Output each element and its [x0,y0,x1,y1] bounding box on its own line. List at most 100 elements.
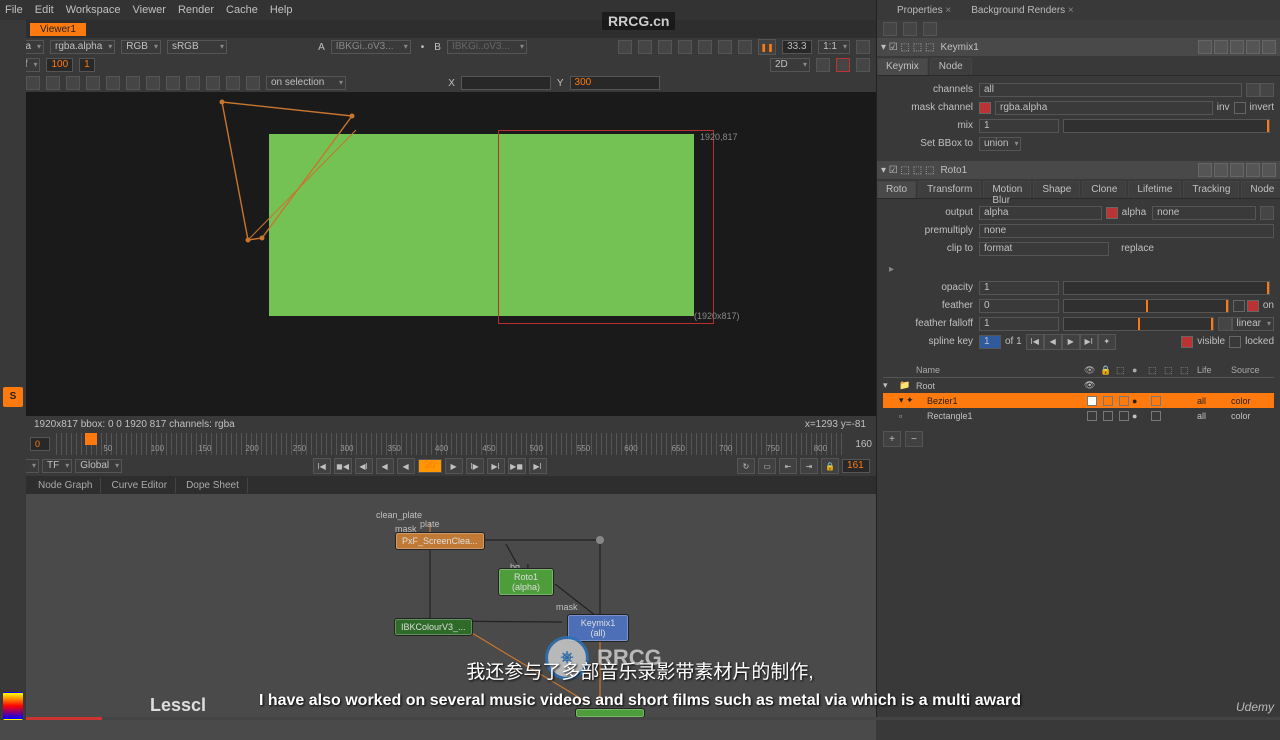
channels-field[interactable]: all [979,83,1242,97]
locked-ck[interactable] [1229,336,1241,348]
rotate-tool-icon[interactable] [46,76,60,90]
frame-100[interactable]: 100 [46,58,73,72]
toolbar-filter-icon[interactable] [3,136,23,156]
falloff-type[interactable]: linear [1232,317,1274,331]
step-fwd-button[interactable]: ▶I [487,458,505,474]
goto-end-button[interactable]: ▶I [529,458,547,474]
x-value[interactable] [461,76,551,90]
play-button[interactable]: ▶ [445,458,463,474]
toolbar-image-icon[interactable] [3,22,23,42]
lock-range-icon[interactable]: 🔒 [821,458,839,474]
viewer-canvas[interactable]: 1920,817 (1920x817) 1920x817 bbox: 0 0 1… [24,92,876,432]
opacity-field[interactable]: 1 [979,281,1059,295]
toolbar-color-icon[interactable] [3,113,23,133]
opt2-icon[interactable] [186,76,200,90]
close-panel-icon[interactable] [1262,163,1276,177]
scale-tool-icon[interactable] [66,76,80,90]
clipto-field[interactable]: format [979,242,1109,256]
subtab-motionblur[interactable]: Motion Blur [983,181,1031,198]
toolbar-folder-icon[interactable] [3,647,23,667]
feather-slider[interactable] [1063,299,1229,313]
feather-ck1[interactable] [1233,300,1245,312]
node-graph[interactable]: clean_plate mask plate PxF_ScreenClea...… [0,494,876,740]
toolbar-viewer2-icon[interactable] [3,510,23,530]
props-topbar[interactable] [877,20,1280,38]
selection-mode[interactable]: on selection [266,76,346,90]
alpha-x-icon[interactable] [1106,207,1118,219]
bbox-field[interactable]: union [979,137,1021,151]
next-icon[interactable] [1246,40,1260,54]
falloff-field[interactable]: 1 [979,317,1059,331]
feather-field[interactable]: 0 [979,299,1059,313]
menu-viewer[interactable]: Viewer [133,4,166,16]
alpha-selector[interactable]: rgba.alpha [50,40,115,54]
subtab-roto[interactable]: Roto [877,181,916,198]
tab-properties[interactable]: Properties [891,3,957,18]
pause-button[interactable]: ❚❚ [758,39,776,55]
proxy-icon[interactable] [658,40,672,54]
tangent-tool-icon[interactable] [126,76,140,90]
key-newkey-icon[interactable]: ✦ [1098,334,1116,350]
frame-1[interactable]: 1 [79,58,95,72]
expand-icon[interactable] [883,22,897,36]
subtab-keymix[interactable]: Keymix [877,58,928,75]
opt5-icon[interactable] [246,76,260,90]
tf-selector[interactable]: TF [42,459,72,473]
menu-file[interactable]: File [5,4,23,16]
toolbar-deep-icon[interactable] [3,273,23,293]
timeline-track[interactable]: 50 100 150 200 250 300 350 400 450 500 5… [56,433,845,455]
graph-tabs[interactable]: Node Graph Curve Editor Dope Sheet [0,476,876,494]
toolbar-script-icon[interactable]: S [3,387,23,407]
next-key-button[interactable]: ▶◼ [508,458,526,474]
viewer-tab-1[interactable]: Viewer1 [30,23,86,36]
tab-bg-renders[interactable]: Background Renders [965,3,1080,18]
tab-node-graph[interactable]: Node Graph [30,478,101,493]
toolbar-time-icon[interactable] [3,68,23,88]
minimize-icon[interactable] [1214,40,1228,54]
mix-field[interactable]: 1 [979,119,1059,133]
toolbar-merge-icon[interactable] [3,182,23,202]
pauserender-icon[interactable] [738,40,752,54]
range-icon[interactable]: ▭ [758,458,776,474]
input-b-clip[interactable]: IBKGi..oV3... [447,40,527,54]
subtab-clone[interactable]: Clone [1082,181,1126,198]
toolbar-viewer1-icon[interactable] [3,487,23,507]
subtab-shape[interactable]: Shape [1033,181,1080,198]
feather-tool-icon[interactable] [146,76,160,90]
move-tool-icon[interactable] [26,76,40,90]
menu-help[interactable]: Help [270,4,293,16]
skew-tool-icon[interactable] [86,76,100,90]
refresh-icon[interactable] [718,40,732,54]
prev-frame-button[interactable]: ◀ [376,458,394,474]
toolbar-3d-icon[interactable] [3,227,23,247]
next-icon[interactable] [1246,163,1260,177]
key-last-icon[interactable]: ▶I [1080,334,1098,350]
output-none[interactable]: none [1152,206,1256,220]
ref-selector[interactable]: Global [75,459,122,473]
opt4-icon[interactable] [226,76,240,90]
ch-link-icon[interactable] [1260,83,1274,97]
clear-icon[interactable] [923,22,937,36]
shape-row-root[interactable]: ▾📁 Root 👁 [883,378,1274,393]
key-next-icon[interactable]: ▶ [1062,334,1080,350]
output-field[interactable]: alpha [979,206,1102,220]
remove-shape-button[interactable]: − [905,431,923,447]
playhead[interactable] [85,433,97,445]
output-link-icon[interactable] [1260,206,1274,220]
current-frame[interactable]: 30 [418,459,442,473]
viewer-tabs[interactable]: Viewer1 [0,20,876,38]
timeline-start[interactable]: 0 [30,437,50,451]
menu-render[interactable]: Render [178,4,214,16]
toolbar-toolsets-icon[interactable] [3,341,23,361]
viewer-toolbar-2[interactable]: ◀ f 100 1 2D [0,56,876,74]
y-value[interactable]: 300 [570,76,660,90]
viewer-toolbar-1[interactable]: rgba rgba.alpha RGB sRGB A IBKGi..oV3...… [0,38,876,56]
node-ibkcolour[interactable]: IBKColourV3_... [394,618,473,636]
node-roto1[interactable]: Roto1 (alpha) [498,568,554,596]
toolbar-histo-icon[interactable] [3,578,23,598]
in-icon[interactable]: ⇤ [779,458,797,474]
toolbar-metadata-icon[interactable] [3,318,23,338]
out-icon[interactable]: ⇥ [800,458,818,474]
input-a-clip[interactable]: IBKGi..oV3... [331,40,411,54]
toolbar-other-icon[interactable] [3,364,23,384]
